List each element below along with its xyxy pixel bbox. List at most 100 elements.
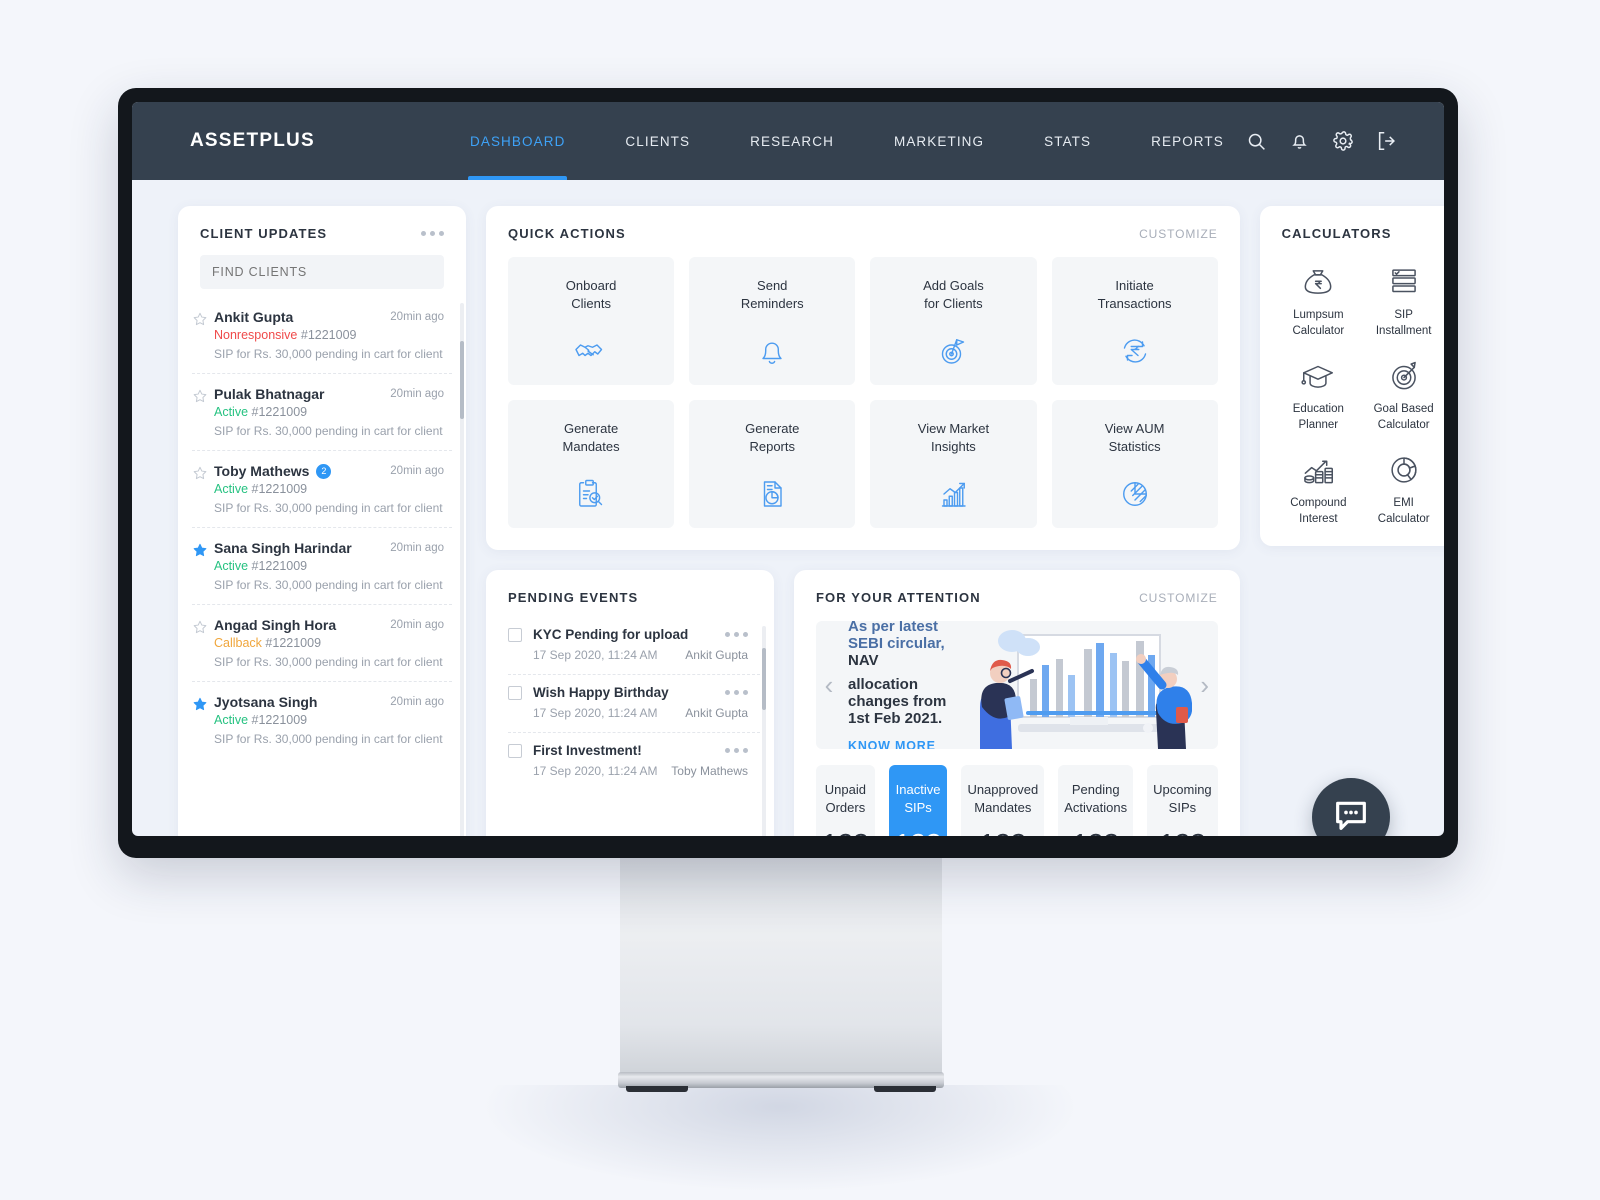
nav-tabs: DASHBOARD CLIENTS RESEARCH MARKETING STATS RE… (440, 102, 1254, 180)
star-outline-icon[interactable] (192, 386, 214, 438)
quick-action-tile[interactable]: View AUM Statistics (1051, 400, 1218, 528)
quick-action-label: Send Reminders (740, 278, 804, 311)
quick-action-tile[interactable]: Onboard Clients (508, 257, 675, 385)
client-update-row[interactable]: Ankit Gupta 20min ago Nonresponsive #12210… (192, 297, 452, 373)
search-icon[interactable] (1246, 131, 1267, 152)
attention-stat-value: 123 (1064, 828, 1127, 836)
quick-actions-card: QUICK ACTIONS CUSTOMIZE Onboard Clients Se… (486, 206, 1240, 550)
quick-action-tile[interactable]: Generate Reports (689, 400, 856, 528)
calculator-label: SIP Installment (1375, 309, 1432, 337)
calculators-header: CALCULATORS (1260, 206, 1444, 253)
calculator-tile[interactable]: Goal Based Calculator (1361, 351, 1444, 433)
pending-event-more-icon[interactable] (725, 748, 748, 753)
client-name: Toby Mathews (214, 463, 310, 479)
calculator-tile[interactable]: Lumpsum Calculator (1276, 257, 1361, 339)
client-timestamp: 20min ago (390, 465, 444, 477)
pending-event-more-icon[interactable] (725, 632, 748, 637)
quick-actions-customize-button[interactable]: CUSTOMIZE (1139, 227, 1218, 241)
nav-tab-clients[interactable]: CLIENTS (595, 102, 720, 180)
pending-event-title: First Investment! (533, 743, 642, 758)
quick-action-tile[interactable]: Add Goals for Clients (870, 257, 1037, 385)
attention-stat-tile[interactable]: InactiveSIPs 123 (888, 765, 948, 836)
client-update-body: Ankit Gupta 20min ago Nonresponsive #12210… (214, 309, 444, 361)
calculator-tile[interactable]: Compound Interest (1276, 445, 1361, 527)
star-filled-icon[interactable] (192, 694, 214, 746)
client-row-top: Jyotsana Singh 20min ago (214, 694, 444, 710)
banner-know-more-link[interactable]: KNOW MORE (848, 739, 952, 750)
find-clients-input[interactable] (200, 255, 444, 289)
pending-events-header: PENDING EVENTS (486, 570, 774, 617)
attention-stat-value: 123 (895, 828, 942, 836)
client-id: #1221009 (248, 713, 308, 727)
client-timestamp: 20min ago (390, 696, 444, 708)
attention-stat-label: Upcoming SIPs (1153, 782, 1212, 815)
pending-event-more-icon[interactable] (725, 690, 748, 695)
client-updates-list[interactable]: Ankit Gupta 20min ago Nonresponsive #12210… (178, 297, 466, 836)
client-row-status: Active #1221009 (214, 713, 444, 727)
attention-stat-tile[interactable]: UpcomingSIPs 123 (1147, 765, 1218, 836)
banner-line1-lead: As per latest SEBI circular, (848, 621, 945, 652)
client-timestamp: 20min ago (390, 542, 444, 554)
star-outline-icon[interactable] (192, 617, 214, 669)
client-update-row[interactable]: Toby Mathews 2 20min ago Active #1221009 SIP… (192, 450, 452, 527)
client-id: #1221009 (248, 482, 308, 496)
quick-action-tile[interactable]: View Market Insights (870, 400, 1037, 528)
calculator-tile[interactable]: SIP Installment (1361, 257, 1444, 339)
attention-stat-tile[interactable]: PendingActivations 123 (1058, 765, 1134, 836)
client-updates-more-icon[interactable] (421, 231, 444, 236)
attention-customize-button[interactable]: CUSTOMIZE (1139, 591, 1218, 605)
dart-target-icon (1385, 351, 1423, 395)
pending-events-list[interactable]: KYC Pending for upload 17 Sep 2020, 11:24… (486, 617, 774, 790)
client-row-top: Sana Singh Harindar 20min ago (214, 540, 444, 556)
pending-event-checkbox[interactable] (508, 743, 522, 758)
attention-stat-value: 123 (967, 828, 1038, 836)
banner-prev-button[interactable]: ‹ (816, 672, 842, 698)
nav-tab-reports[interactable]: REPORTS (1121, 102, 1254, 180)
client-update-description: SIP for Rs. 30,000 pending in cart for c… (214, 578, 444, 592)
calculator-tile[interactable]: EMI Calculator (1361, 445, 1444, 527)
pending-event-row[interactable]: KYC Pending for upload 17 Sep 2020, 11:24… (508, 617, 760, 674)
client-update-row[interactable]: Angad Singh Hora 20min ago Callback #12210… (192, 604, 452, 681)
calculator-tile[interactable]: Education Planner (1276, 351, 1361, 433)
client-name: Ankit Gupta (214, 309, 294, 325)
nav-tab-stats[interactable]: STATS (1014, 102, 1121, 180)
pending-event-top: KYC Pending for upload (508, 627, 760, 642)
quick-action-tile[interactable]: Send Reminders (689, 257, 856, 385)
nav-tab-dashboard[interactable]: DASHBOARD (440, 102, 595, 180)
star-outline-icon[interactable] (192, 463, 214, 515)
bell-icon (754, 333, 790, 369)
client-update-row[interactable]: Jyotsana Singh 20min ago Active #1221009 SI… (192, 681, 452, 758)
attention-stats-row: UnpaidOrders123InactiveSIPs123Unapproved… (794, 749, 1240, 836)
quick-action-tile[interactable]: Generate Mandates (508, 400, 675, 528)
quick-action-tile[interactable]: Initiate Transactions (1051, 257, 1218, 385)
client-row-top: Ankit Gupta 20min ago (214, 309, 444, 325)
logout-icon[interactable] (1376, 130, 1398, 152)
brand-logo[interactable]: ASSETPLUS (190, 130, 440, 152)
nav-tab-research[interactable]: RESEARCH (720, 102, 864, 180)
quick-actions-grid: Onboard Clients Send Reminders Add Goals for … (486, 253, 1240, 550)
banner-next-button[interactable]: › (1192, 672, 1218, 698)
pending-event-checkbox[interactable] (508, 627, 522, 642)
star-outline-icon[interactable] (192, 309, 214, 361)
quick-action-label: Generate Reports (745, 421, 800, 454)
client-row-status: Active #1221009 (214, 482, 444, 496)
pending-event-checkbox[interactable] (508, 685, 522, 700)
attention-stat-tile[interactable]: UnapprovedMandates 123 (961, 765, 1045, 836)
calculator-label: EMI Calculator (1377, 497, 1430, 525)
bell-icon[interactable] (1289, 131, 1310, 152)
pending-event-row[interactable]: First Investment! 17 Sep 2020, 11:24 AM To… (508, 732, 760, 790)
installment-list-icon (1385, 257, 1423, 301)
nav-tab-marketing[interactable]: MARKETING (864, 102, 1014, 180)
client-update-description: SIP for Rs. 30,000 pending in cart for c… (214, 732, 444, 746)
client-list-scrollbar-thumb[interactable] (460, 341, 464, 419)
pending-event-bottom: 17 Sep 2020, 11:24 AM Ankit Gupta (508, 648, 760, 662)
attention-stat-tile[interactable]: UnpaidOrders 123 (816, 765, 875, 836)
client-update-row[interactable]: Sana Singh Harindar 20min ago Active #1221… (192, 527, 452, 604)
client-update-row[interactable]: Pulak Bhatnagar 20min ago Active #1221009 S… (192, 373, 452, 450)
calculators-title: CALCULATORS (1281, 226, 1392, 241)
pending-scrollbar-thumb[interactable] (762, 648, 766, 710)
star-filled-icon[interactable] (192, 540, 214, 592)
pending-event-row[interactable]: Wish Happy Birthday 17 Sep 2020, 11:24 AM… (508, 674, 760, 732)
gear-icon[interactable] (1332, 130, 1354, 152)
client-id: #1221009 (297, 328, 357, 342)
